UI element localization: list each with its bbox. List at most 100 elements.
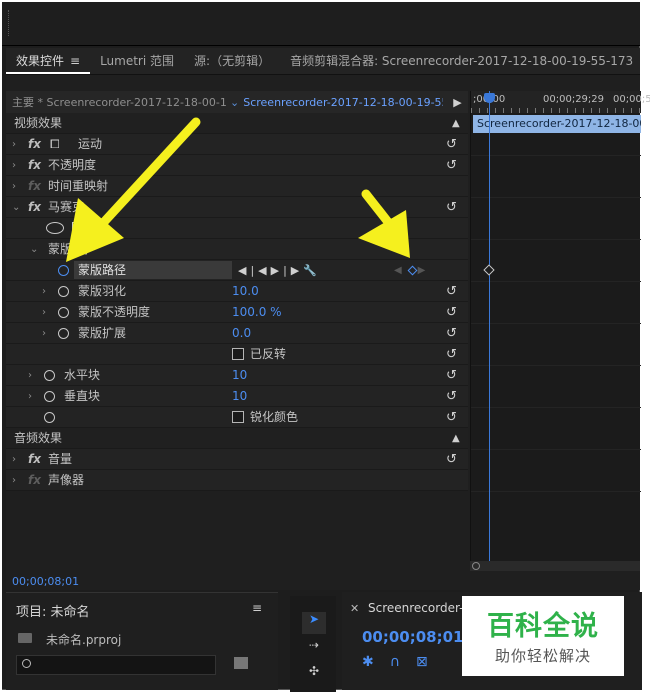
timeline-clip[interactable]: Screenrecorder-2017-12-18-00-19-5 xyxy=(473,115,641,133)
horizontal-blocks-row[interactable]: › 水平块 10 ↺ xyxy=(6,365,468,386)
tab-audio-clip-mixer[interactable]: 音频剪辑混合器: Screenrecorder-2017-12-18-00-19… xyxy=(280,48,643,74)
sequence-tool-icons[interactable]: ✱∩⊠ xyxy=(362,654,444,670)
tab-source[interactable]: 源:（无剪辑） xyxy=(184,48,280,74)
time-ruler[interactable]: ;00;00 00;00;29;29 00;00;59;28 xyxy=(471,91,650,113)
chevron-right-icon[interactable]: › xyxy=(42,302,46,323)
playhead-line[interactable] xyxy=(489,91,490,561)
stopwatch-icon[interactable] xyxy=(58,265,69,276)
property-label: 蒙版不透明度 xyxy=(78,305,151,319)
project-title[interactable]: 项目: 未命名 xyxy=(16,601,90,620)
mask-row[interactable]: ⌄ 蒙版(1) xyxy=(6,239,468,260)
stopwatch-icon[interactable] xyxy=(44,412,55,423)
reset-icon[interactable]: ↺ xyxy=(446,344,457,365)
timeline-scrollbar[interactable] xyxy=(470,561,640,571)
keyframe-diamond-icon[interactable] xyxy=(483,264,495,276)
mask-path-row[interactable]: 蒙版路径 ◀|◀▶|▶🔧 ◀ ▶ xyxy=(6,260,468,281)
panel-menu-icon[interactable]: ≡ xyxy=(70,54,80,68)
reset-icon[interactable]: ↺ xyxy=(446,407,457,428)
mask-opacity-row[interactable]: › 蒙版不透明度 100.0 % ↺ xyxy=(6,302,468,323)
effect-row-motion[interactable]: › fx ⧠ 运动 ↺ xyxy=(6,134,468,155)
project-file[interactable]: 未命名.prproj xyxy=(46,631,121,648)
sequence-clip-label[interactable]: Screenrecorder-2017-12-18-00-19-55-1... xyxy=(243,96,443,109)
fx-icon: fx xyxy=(28,179,41,193)
inverted-checkbox[interactable] xyxy=(232,348,244,360)
effect-row-panner[interactable]: › fx 声像器 xyxy=(6,470,468,491)
collapse-up-icon[interactable]: ▲ xyxy=(452,428,460,449)
chevron-right-icon[interactable]: › xyxy=(12,176,16,197)
reset-icon[interactable]: ↺ xyxy=(446,155,457,176)
mask-feather-row[interactable]: › 蒙版羽化 10.0 ↺ xyxy=(6,281,468,302)
mask-feather-value[interactable]: 10.0 xyxy=(232,281,259,302)
tab-effect-controls[interactable]: 效果控件 ≡ xyxy=(6,48,91,74)
play-icon[interactable]: ▶ xyxy=(453,96,461,109)
chevron-right-icon[interactable]: › xyxy=(28,365,32,386)
effect-row-mosaic[interactable]: ⌄ fx 马赛克 ↺ xyxy=(6,197,468,218)
sharpen-colors-row[interactable]: 锐化颜色 ↺ xyxy=(6,407,468,428)
stopwatch-icon[interactable] xyxy=(58,307,69,318)
stopwatch-icon[interactable] xyxy=(44,391,55,402)
rectangle-mask-icon[interactable] xyxy=(72,222,84,234)
fx-icon[interactable]: fx xyxy=(28,449,41,470)
section-label: 视频效果 xyxy=(14,116,63,130)
chevron-right-icon[interactable]: › xyxy=(12,470,16,491)
tab-lumetri-scopes[interactable]: Lumetri 范围 xyxy=(90,48,184,74)
reset-icon[interactable]: ↺ xyxy=(446,197,457,218)
stopwatch-icon[interactable] xyxy=(58,328,69,339)
panel-menu-icon[interactable]: ≡ xyxy=(252,601,262,615)
chevron-down-icon[interactable]: ⌄ xyxy=(230,96,239,109)
ripple-edit-tool-icon[interactable]: ✣ xyxy=(302,664,326,686)
sharpen-colors-checkbox[interactable] xyxy=(232,411,244,423)
reset-icon[interactable]: ↺ xyxy=(446,386,457,407)
mask-opacity-value[interactable]: 100.0 % xyxy=(232,302,282,323)
chevron-down-icon[interactable]: ⌄ xyxy=(30,239,38,260)
master-clip-label[interactable]: 主要 * Screenrecorder-2017-12-18-00-19... xyxy=(6,94,226,110)
chevron-right-icon[interactable]: › xyxy=(42,281,46,302)
current-timecode[interactable]: 00;00;08;01 xyxy=(12,575,79,588)
effect-controls-panel: 主要 * Screenrecorder-2017-12-18-00-19... … xyxy=(6,74,650,590)
scroll-knob[interactable] xyxy=(472,562,480,570)
selection-tool-icon[interactable]: ➤ xyxy=(302,612,326,634)
video-effects-header: 视频效果 ▲ xyxy=(6,113,468,134)
effect-row-time-remap[interactable]: › fx 时间重映射 xyxy=(6,176,468,197)
stopwatch-icon[interactable] xyxy=(58,286,69,297)
chevron-right-icon[interactable]: › xyxy=(12,155,16,176)
project-panel: 项目: 未命名 ≡ 未命名.prproj xyxy=(6,592,278,690)
reset-icon[interactable]: ↺ xyxy=(446,365,457,386)
vertical-blocks-value[interactable]: 10 xyxy=(232,386,247,407)
mask-expand-row[interactable]: › 蒙版扩展 0.0 ↺ xyxy=(6,323,468,344)
sequence-timecode[interactable]: 00;00;08;01 xyxy=(362,628,464,646)
reset-icon[interactable]: ↺ xyxy=(446,449,457,470)
fx-icon[interactable]: fx xyxy=(28,155,41,176)
project-search-input[interactable] xyxy=(16,655,216,675)
vertical-blocks-row[interactable]: › 垂直块 10 ↺ xyxy=(6,386,468,407)
sharpen-colors-label: 锐化颜色 xyxy=(250,410,299,424)
mask-path-track-controls[interactable]: ◀|◀▶|▶🔧 xyxy=(238,260,321,281)
collapse-up-icon[interactable]: ▲ xyxy=(452,113,460,134)
chevron-right-icon[interactable]: › xyxy=(12,449,16,470)
close-icon[interactable]: ✕ xyxy=(350,602,359,615)
reset-icon[interactable]: ↺ xyxy=(446,323,457,344)
chevron-right-icon[interactable]: › xyxy=(28,386,32,407)
ruler-time-end: 00;00;59;28 xyxy=(613,94,650,105)
horizontal-blocks-value[interactable]: 10 xyxy=(232,365,247,386)
drag-grip[interactable] xyxy=(8,10,10,36)
effect-row-volume[interactable]: › fx 音量 ↺ xyxy=(6,449,468,470)
reset-icon[interactable]: ↺ xyxy=(446,134,457,155)
timeline-divider xyxy=(471,239,641,240)
effect-label: 马赛克 xyxy=(48,200,85,214)
track-select-tool-icon[interactable]: ⇢ xyxy=(302,638,326,660)
ellipse-mask-icon[interactable] xyxy=(46,222,64,234)
new-bin-icon[interactable] xyxy=(234,657,248,669)
reset-icon[interactable]: ↺ xyxy=(446,302,457,323)
chevron-right-icon[interactable]: › xyxy=(12,134,16,155)
reset-icon[interactable]: ↺ xyxy=(446,281,457,302)
effect-row-opacity[interactable]: › fx 不透明度 ↺ xyxy=(6,155,468,176)
stopwatch-icon[interactable] xyxy=(44,370,55,381)
effect-timeline[interactable]: ;00;00 00;00;29;29 00;00;59;28 Screenrec… xyxy=(470,91,650,561)
fx-icon[interactable]: fx xyxy=(28,197,41,218)
inverted-row[interactable]: 已反转 ↺ xyxy=(6,344,468,365)
chevron-down-icon[interactable]: ⌄ xyxy=(12,197,20,218)
chevron-right-icon[interactable]: › xyxy=(42,323,46,344)
fx-icon[interactable]: fx xyxy=(28,134,41,155)
mask-expand-value[interactable]: 0.0 xyxy=(232,323,251,344)
